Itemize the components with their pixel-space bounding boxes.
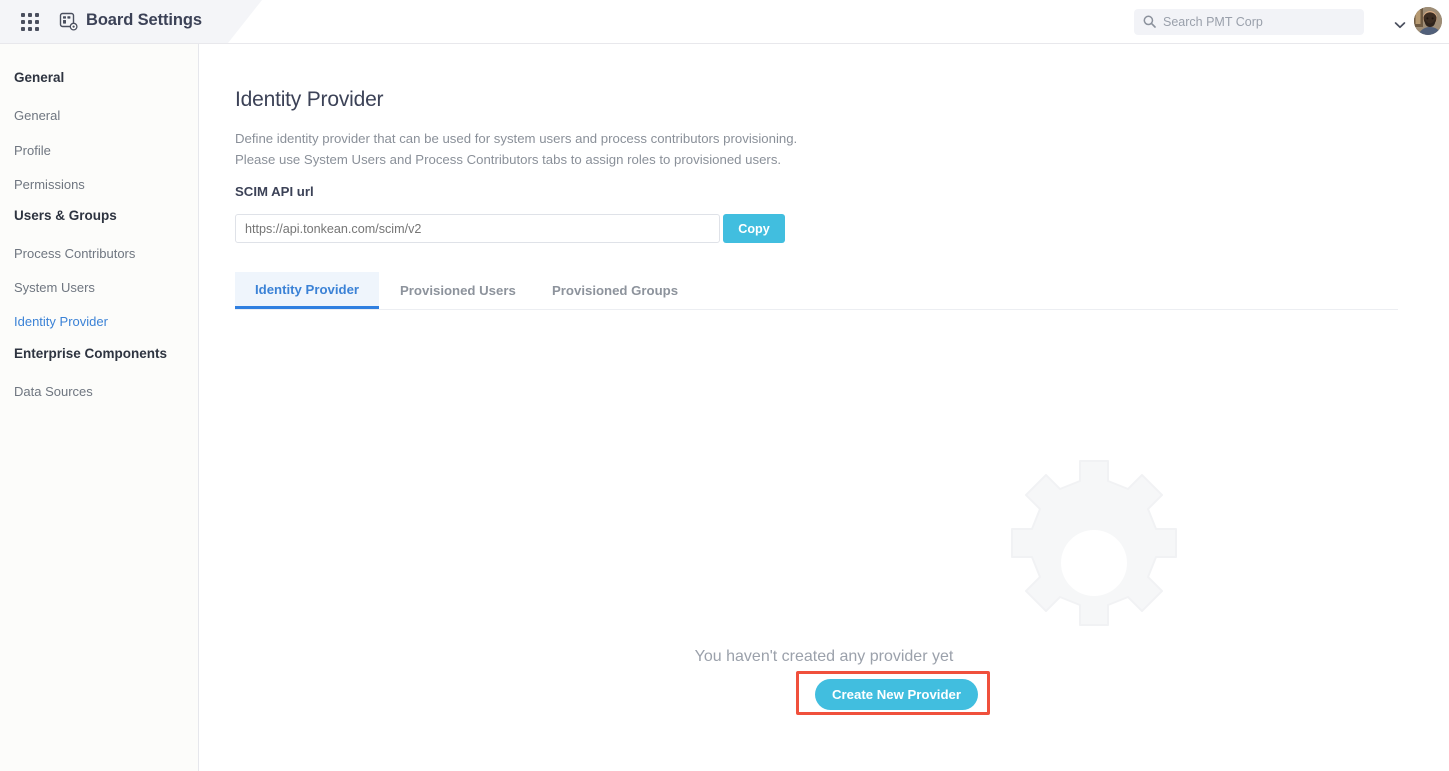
scim-api-url-input[interactable]: [235, 214, 720, 243]
search-icon: [1143, 15, 1156, 28]
sidebar-item-process-contributors[interactable]: Process Contributors: [14, 246, 135, 261]
search-box[interactable]: [1134, 9, 1364, 35]
tab-provisioned-users[interactable]: Provisioned Users: [380, 272, 536, 309]
sidebar-item-profile[interactable]: Profile: [14, 143, 51, 158]
board-settings-icon: [59, 12, 79, 32]
description-line-2: Please use System Users and Process Cont…: [235, 152, 782, 167]
sidebar-item-permissions[interactable]: Permissions: [14, 177, 85, 192]
sidebar-item-identity-provider[interactable]: Identity Provider: [14, 314, 108, 329]
page-title: Board Settings: [86, 11, 202, 29]
sidebar-item-general[interactable]: General: [14, 108, 60, 123]
sidebar-group-enterprise-components: Enterprise Components: [14, 346, 168, 361]
tab-bar: Identity Provider Provisioned Users Prov…: [235, 272, 1398, 310]
copy-button[interactable]: Copy: [723, 214, 785, 243]
content-description: Define identity provider that can be use…: [235, 128, 955, 170]
chevron-down-icon[interactable]: [1394, 16, 1406, 29]
apps-grid-icon[interactable]: [21, 13, 40, 32]
description-line-1: Define identity provider that can be use…: [235, 131, 798, 146]
tab-identity-provider[interactable]: Identity Provider: [235, 272, 380, 309]
empty-state-message: You haven't created any provider yet: [694, 648, 954, 665]
gear-icon: [994, 455, 1194, 663]
avatar[interactable]: [1414, 7, 1442, 35]
content-title: Identity Provider: [235, 88, 384, 111]
top-bar: Board Settings: [0, 0, 1449, 44]
create-new-provider-button[interactable]: Create New Provider: [815, 679, 978, 710]
sidebar-item-data-sources[interactable]: Data Sources: [14, 384, 93, 399]
search-input[interactable]: [1161, 9, 1359, 35]
scim-api-url-label: SCIM API url: [235, 184, 314, 199]
tab-provisioned-groups[interactable]: Provisioned Groups: [532, 272, 698, 309]
sidebar: General General Profile Permissions User…: [0, 44, 199, 771]
sidebar-item-system-users[interactable]: System Users: [14, 280, 95, 295]
sidebar-group-general: General: [14, 70, 65, 85]
sidebar-group-users-groups: Users & Groups: [14, 208, 117, 223]
